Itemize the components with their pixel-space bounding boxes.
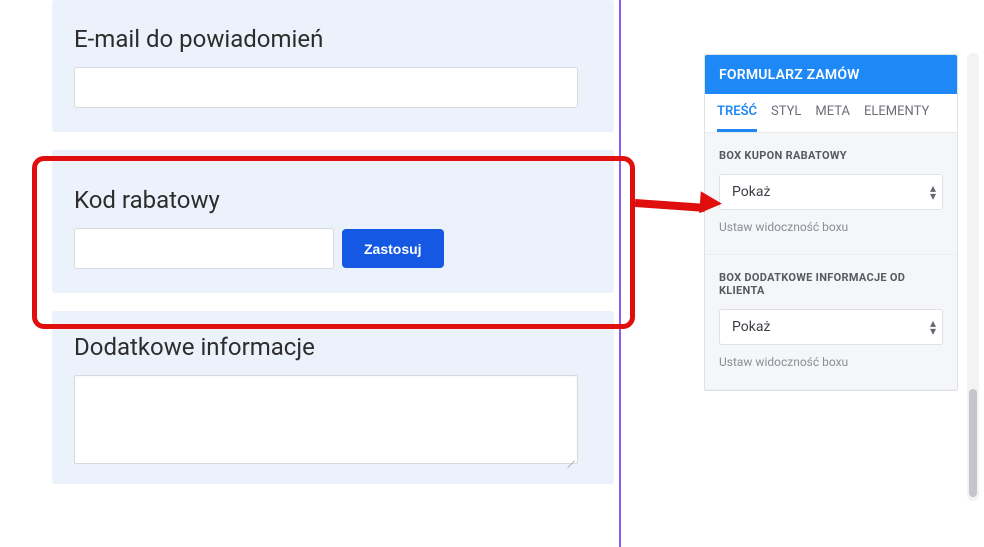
sidebar-tabs: TREŚĆ STYL META ELEMENTY (705, 94, 957, 133)
select-arrows-icon: ▴▾ (930, 184, 934, 200)
coupon-visibility-value: Pokaż (732, 184, 770, 200)
coupon-input[interactable] (74, 228, 334, 269)
notes-label: Dodatkowe informacje (74, 333, 592, 361)
panel-extra-title: BOX DODATKOWE INFORMACJE OD KLIENTA (719, 271, 943, 297)
apply-coupon-button[interactable]: Zastosuj (342, 229, 444, 268)
notes-section: Dodatkowe informacje (52, 311, 614, 484)
coupon-section: Kod rabatowy Zastosuj (52, 150, 614, 293)
notes-textarea[interactable] (74, 375, 578, 464)
email-section: E-mail do powiadomień (52, 0, 614, 132)
scrollbar-track[interactable] (967, 53, 979, 501)
panel-coupon-box: BOX KUPON RABATOWY Pokaż ▴▾ Ustaw widocz… (705, 133, 957, 255)
sidebar-title: FORMULARZ ZAMÓW (705, 55, 957, 94)
tab-style[interactable]: STYL (771, 104, 801, 132)
form-preview: E-mail do powiadomień Kod rabatowy Zasto… (52, 0, 614, 502)
scrollbar-thumb[interactable] (969, 389, 977, 497)
tab-meta[interactable]: META (815, 104, 850, 132)
extra-visibility-hint: Ustaw widoczność boxu (719, 355, 943, 369)
tab-content[interactable]: TREŚĆ (717, 104, 757, 132)
coupon-visibility-select[interactable]: Pokaż ▴▾ (719, 174, 943, 210)
settings-sidebar: FORMULARZ ZAMÓW TREŚĆ STYL META ELEMENTY… (704, 54, 958, 391)
preview-divider (619, 0, 621, 547)
tab-elements[interactable]: ELEMENTY (864, 104, 929, 132)
email-label: E-mail do powiadomień (74, 25, 592, 53)
panel-coupon-title: BOX KUPON RABATOWY (719, 149, 943, 162)
extra-visibility-select[interactable]: Pokaż ▴▾ (719, 309, 943, 345)
select-arrows-icon: ▴▾ (930, 319, 934, 335)
email-input[interactable] (74, 67, 578, 108)
panel-extra-box: BOX DODATKOWE INFORMACJE OD KLIENTA Poka… (705, 255, 957, 390)
coupon-label: Kod rabatowy (74, 186, 592, 214)
arrow-line-icon (635, 199, 705, 212)
extra-visibility-value: Pokaż (732, 319, 770, 335)
resize-handle-icon (565, 451, 575, 461)
coupon-visibility-hint: Ustaw widoczność boxu (719, 220, 943, 234)
